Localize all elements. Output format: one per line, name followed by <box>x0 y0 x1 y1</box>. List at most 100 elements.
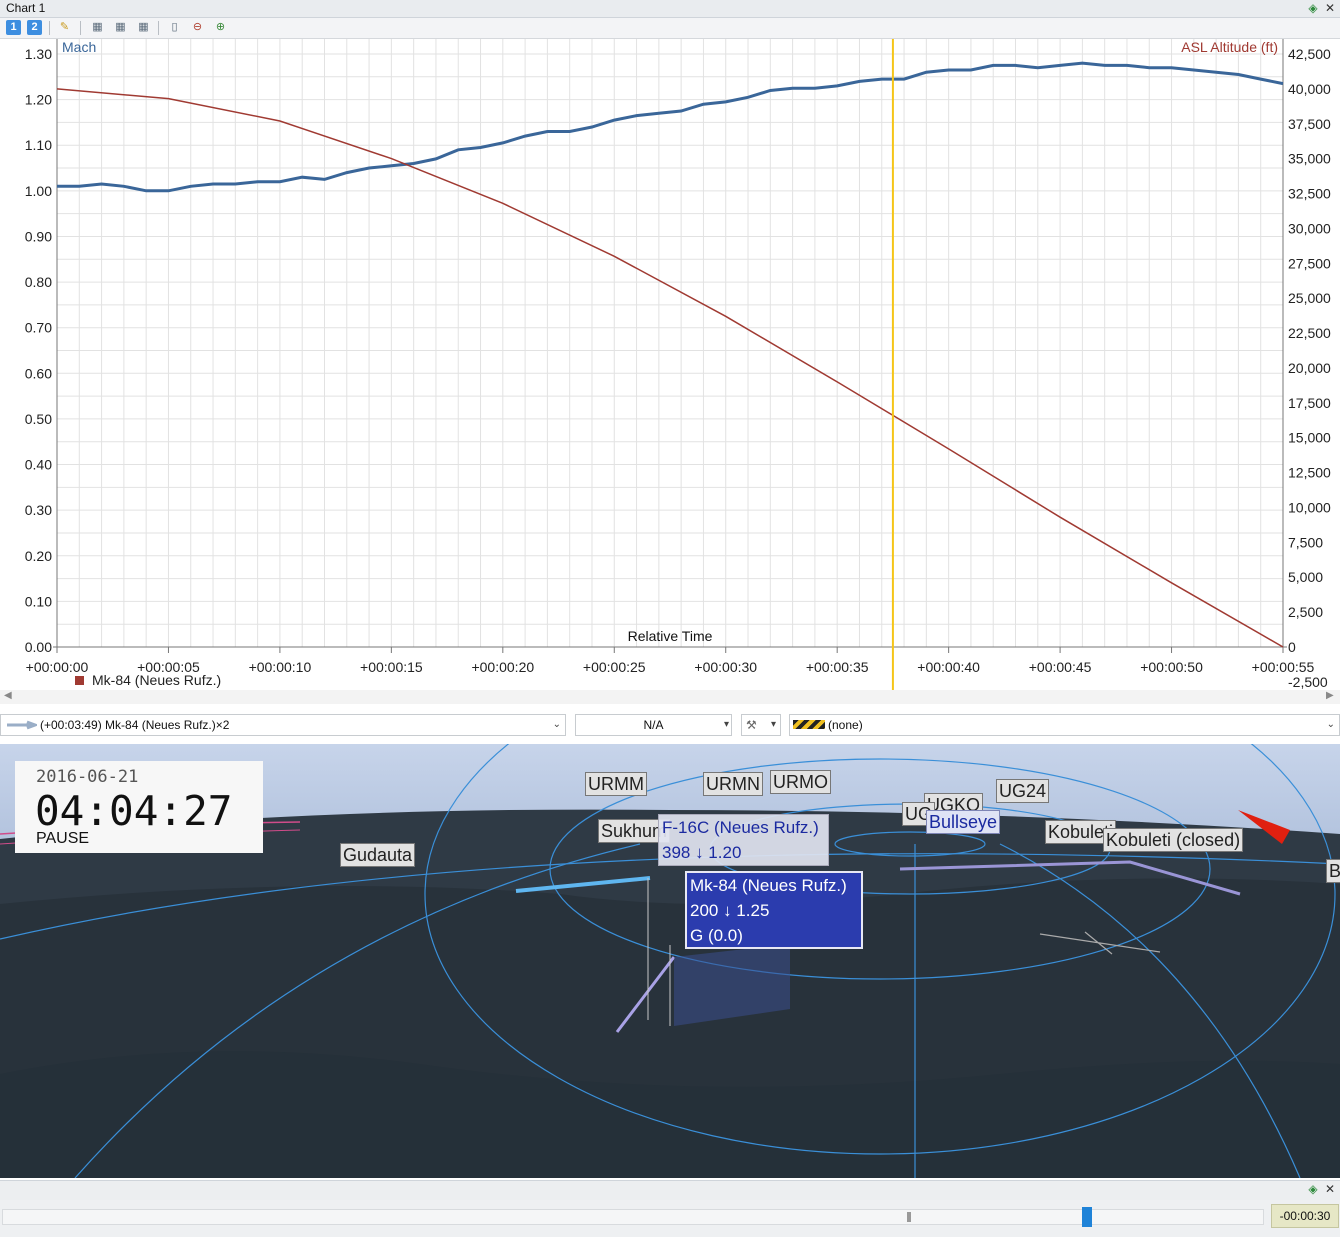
y-left-axis-title: Mach <box>62 39 96 55</box>
x-tick-label: +00:00:50 <box>1140 659 1203 675</box>
y-right-tick-label: 42,500 <box>1288 46 1331 62</box>
toolbar-separator <box>80 21 81 35</box>
y-left-tick-label: 0.70 <box>25 320 52 336</box>
x-tick-label: +00:00:10 <box>249 659 312 675</box>
timeline-panel-header: ◈ ✕ <box>0 1180 1340 1201</box>
x-tick-label: +00:00:40 <box>917 659 980 675</box>
airfield-label-kobuleti-closed[interactable]: Kobuleti (closed) <box>1103 828 1244 852</box>
object-selector-row: (+00:03:49) Mk-84 (Neues Rufz.)×2 ⌄ N/A … <box>0 710 1340 740</box>
y-right-tick-label: 10,000 <box>1288 499 1331 515</box>
window-title-bar: Chart 1 ◈ ✕ <box>0 0 1340 18</box>
y-right-tick-label: 22,500 <box>1288 325 1331 341</box>
airfield-label-b[interactable]: B <box>1326 859 1340 883</box>
x-axis-title: Relative Time <box>628 628 713 644</box>
toolbar-separator <box>158 21 159 35</box>
x-tick-label: +00:00:30 <box>694 659 757 675</box>
chart-horizontal-scrollbar[interactable]: ◀ ▶ <box>0 690 1340 704</box>
chevron-down-icon[interactable]: ⌄ <box>553 715 561 735</box>
f16-name: F-16C (Neues Rufz.) <box>662 818 819 837</box>
value-field[interactable]: N/A ▾ <box>575 714 732 736</box>
x-tick-label: +00:00:20 <box>471 659 534 675</box>
chart-edit-icon[interactable]: ▦ <box>113 20 128 35</box>
x-tick-label: +00:00:35 <box>806 659 869 675</box>
airfield-label-urmn[interactable]: URMN <box>703 772 763 796</box>
y-left-tick-label: 1.10 <box>25 137 52 153</box>
object-selector[interactable]: (+00:03:49) Mk-84 (Neues Rufz.)×2 ⌄ <box>0 714 566 736</box>
mk84-stats: 200 ↓ 1.25 <box>690 901 770 920</box>
y-right-tick-label: 2,500 <box>1288 604 1323 620</box>
y-right-tick-label: 0 <box>1288 639 1296 655</box>
timeline-track[interactable] <box>2 1207 1264 1227</box>
y-right-tick-label: 30,000 <box>1288 220 1331 236</box>
y-right-tick-label: 40,000 <box>1288 81 1331 97</box>
tool-icon: ⚒ <box>746 718 757 732</box>
x-tick-label: +00:00:00 <box>26 659 89 675</box>
y-right-tick-label: 15,000 <box>1288 430 1331 446</box>
f16-stats: 398 ↓ 1.20 <box>662 843 742 862</box>
close-icon[interactable]: ✕ <box>1323 1182 1337 1196</box>
mk84-info-box[interactable]: Mk-84 (Neues Rufz.) 200 ↓ 1.25 G (0.0) <box>685 871 863 949</box>
legend-swatch <box>75 676 84 685</box>
pin-icon[interactable]: ◈ <box>1306 1182 1320 1196</box>
y-left-tick-label: 0.90 <box>25 228 52 244</box>
y-right-tick-label: 20,000 <box>1288 360 1331 376</box>
airfield-label-gudauta[interactable]: Gudauta <box>340 843 416 867</box>
close-icon[interactable]: ✕ <box>1323 1 1337 15</box>
legend-label: Mk-84 (Neues Rufz.) <box>92 672 221 688</box>
window-title: Chart 1 <box>6 1 46 15</box>
y-left-tick-label: 1.20 <box>25 92 52 108</box>
line-chart[interactable]: 0.00 0.10 0.20 0.30 0.40 0.50 0.60 0.70 0.80 0.90… <box>0 39 1340 690</box>
x-tick-label: +00:00:25 <box>583 659 646 675</box>
airfield-label-urmm[interactable]: URMM <box>585 772 647 796</box>
pane-1-button[interactable]: 1 <box>6 20 21 35</box>
f16-info-box[interactable]: F-16C (Neues Rufz.) 398 ↓ 1.20 <box>658 814 829 866</box>
airfield-label-ug24[interactable]: UG24 <box>996 779 1050 803</box>
pin-icon[interactable]: ◈ <box>1306 1 1320 15</box>
y-right-tick-label: 35,000 <box>1288 151 1331 167</box>
zoom-out-icon[interactable]: ⊖ <box>190 20 205 35</box>
y-left-tick-label: 0.60 <box>25 365 52 381</box>
clock-panel: 2016-06-21 04:04:27 PAUSE <box>15 761 263 853</box>
y-right-tick-label: 7,500 <box>1288 534 1323 550</box>
zoom-in-icon[interactable]: ⊕ <box>213 20 228 35</box>
missile-icon <box>7 720 37 730</box>
y-right-tick-label: 5,000 <box>1288 569 1323 585</box>
scroll-right-icon[interactable]: ▶ <box>1326 690 1334 701</box>
tool-dropdown[interactable]: ⚒ ▾ <box>741 714 781 736</box>
clock-date: 2016-06-21 <box>36 767 139 787</box>
y-left-tick-label: 0.10 <box>25 593 52 609</box>
time-offset-field[interactable]: -00:00:30 <box>1271 1204 1339 1228</box>
timeline-panel: -00:00:30 <box>0 1200 1340 1237</box>
wand-icon[interactable]: ✎ <box>57 20 72 35</box>
chevron-down-icon[interactable]: ▾ <box>724 715 729 735</box>
object-selector-value: (+00:03:49) Mk-84 (Neues Rufz.)×2 <box>40 718 230 732</box>
filter-value: (none) <box>828 718 863 732</box>
chart-toolbar: 1 2 ✎ ▦ ▦ ▦ ▯ ⊖ ⊕ <box>0 18 1340 39</box>
x-tick-label: +00:00:45 <box>1029 659 1092 675</box>
mk84-g: G (0.0) <box>690 926 743 945</box>
pane-2-button[interactable]: 2 <box>27 20 42 35</box>
x-tick-label: +00:00:15 <box>360 659 423 675</box>
timeline-slider-thumb[interactable] <box>1081 1207 1092 1227</box>
scroll-left-icon[interactable]: ◀ <box>4 690 12 701</box>
timeline-marker <box>907 1212 911 1222</box>
toolbar-separator <box>49 21 50 35</box>
page-icon[interactable]: ▯ <box>167 20 182 35</box>
y-right-tick-label: 17,500 <box>1288 395 1331 411</box>
chart-add-icon[interactable]: ▦ <box>90 20 105 35</box>
y-right-tick-label: 12,500 <box>1288 465 1331 481</box>
y-right-tick-label: -2,500 <box>1288 674 1328 690</box>
playback-state: PAUSE <box>36 830 90 847</box>
airfield-label-urmo[interactable]: URMO <box>770 770 831 794</box>
chart-remove-icon[interactable]: ▦ <box>136 20 151 35</box>
x-tick-label: +00:00:55 <box>1252 659 1315 675</box>
chart-grid <box>56 39 1284 650</box>
bullseye-label[interactable]: Bullseye <box>926 810 1001 834</box>
plot-area <box>57 39 1283 650</box>
filter-selector[interactable]: (none) ⌄ <box>789 714 1340 736</box>
chevron-down-icon[interactable]: ⌄ <box>1327 715 1335 735</box>
tactical-3d-view[interactable]: 2016-06-21 04:04:27 PAUSE URMM URMN URMO… <box>0 744 1340 1178</box>
y-right-axis-title: ASL Altitude (ft) <box>1181 39 1278 55</box>
chevron-down-icon[interactable]: ▾ <box>771 715 776 735</box>
y-right-tick-label: 37,500 <box>1288 116 1331 132</box>
